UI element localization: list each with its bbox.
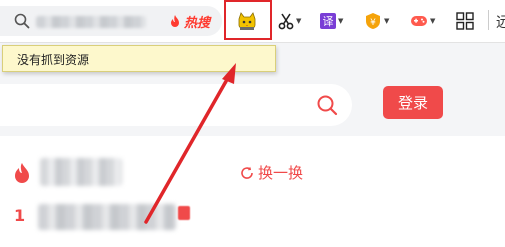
refresh-button[interactable]: 换一换 [240, 162, 303, 183]
rank-number: 1 [14, 206, 26, 225]
address-search-box[interactable]: 热搜 [0, 6, 222, 36]
hot-badge [178, 206, 190, 220]
toolbar-divider [488, 10, 489, 30]
gamepad-icon [411, 16, 427, 26]
flame-icon [171, 15, 179, 27]
chevron-down-icon: ▼ [338, 17, 344, 25]
yuan-shield-icon: ¥ [366, 13, 380, 29]
login-button-label: 登录 [397, 94, 428, 112]
login-button[interactable]: 登录 [383, 86, 443, 119]
browser-toolbar: 热搜 ▼ 译 ▼ ¥ ▼ ▼ 远 [0, 0, 505, 43]
refresh-icon [241, 166, 253, 179]
grid-icon [456, 12, 474, 30]
blurred-section-title [40, 158, 122, 186]
page-search-bar[interactable] [0, 84, 352, 126]
screenshot-tool-button[interactable]: ▼ [278, 8, 301, 34]
truncated-menu-label[interactable]: 远 [496, 12, 505, 32]
flame-icon [15, 163, 29, 183]
yuan-symbol: ¥ [370, 18, 376, 28]
cat-icon [238, 12, 256, 30]
search-icon[interactable] [316, 94, 338, 116]
scissors-icon [278, 13, 294, 30]
refresh-label: 换一换 [258, 164, 304, 182]
tooltip-text: 没有抓到资源 [17, 53, 90, 67]
blurred-query-text [36, 16, 146, 28]
hot-search-label: 热搜 [184, 15, 211, 31]
chevron-down-icon: ▼ [296, 17, 302, 25]
translate-icon-label: 译 [322, 15, 334, 28]
translate-icon: 译 [320, 13, 336, 29]
resource-sniffer-extension-button[interactable] [236, 8, 258, 34]
extension-tooltip: 没有抓到资源 [2, 45, 276, 72]
apps-grid-button[interactable] [456, 8, 474, 34]
chevron-down-icon: ▼ [384, 17, 390, 25]
shopping-assistant-button[interactable]: ¥ ▼ [364, 8, 389, 34]
game-center-button[interactable]: ▼ [410, 8, 435, 34]
translate-button[interactable]: 译 ▼ [320, 8, 343, 34]
search-icon [14, 13, 30, 29]
hot-search-tag[interactable]: 热搜 [168, 12, 211, 31]
blurred-hot-item[interactable] [38, 204, 176, 230]
chevron-down-icon: ▼ [430, 17, 436, 25]
hot-list-panel: 换一换 1 [0, 136, 505, 247]
